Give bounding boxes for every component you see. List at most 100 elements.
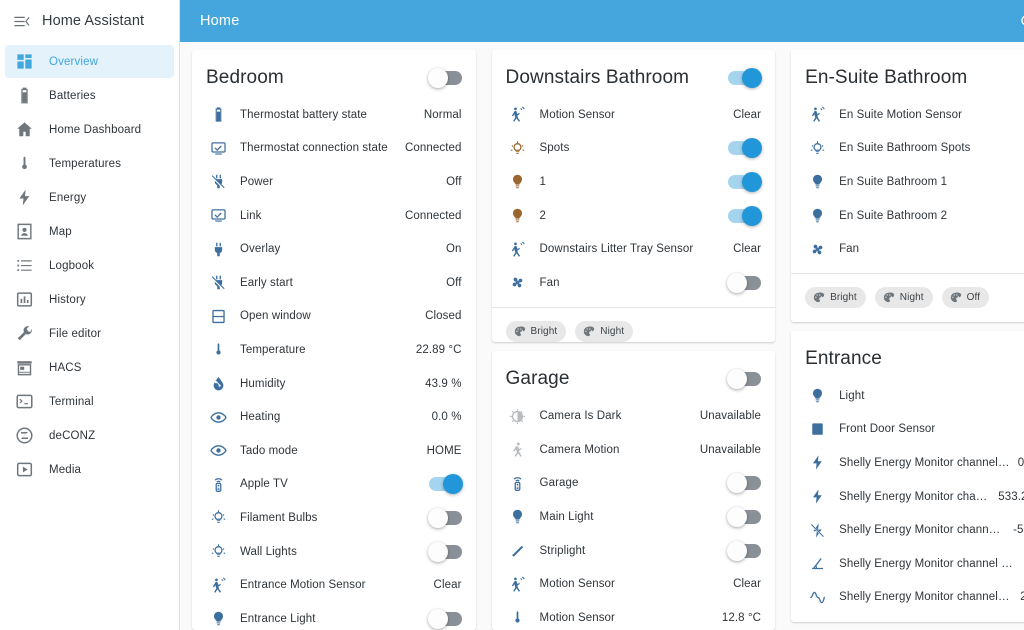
entity-toggle[interactable]	[728, 205, 763, 226]
card-title: Entrance	[805, 347, 882, 369]
scene-chip-row: Bright Night	[491, 306, 776, 343]
entity-row[interactable]: Tado mode HOME	[192, 434, 476, 468]
sidebar-item-logbook[interactable]: Logbook	[5, 249, 174, 282]
entity-row[interactable]: Main Light	[492, 500, 776, 534]
entity-row[interactable]: Front Door SensorClosed	[791, 413, 1024, 447]
card-header-toggle[interactable]	[727, 369, 762, 390]
entity-toggle[interactable]	[727, 540, 762, 561]
entity-row[interactable]: Garage	[492, 467, 776, 501]
entity-row[interactable]: 1	[492, 165, 776, 199]
sidebar-item-hacs[interactable]: HACS	[5, 351, 174, 384]
entity-toggle[interactable]	[428, 474, 463, 495]
entity-row[interactable]: Shelly Energy Monitor channel 2 E… 533.29…	[791, 480, 1024, 514]
entity-name: Apple TV	[240, 478, 288, 491]
entity-row[interactable]: Power Off	[192, 165, 476, 199]
palette-icon	[882, 291, 895, 304]
entity-row[interactable]: Heating 0.0 %	[192, 400, 476, 434]
entity-row[interactable]: Shelly Energy Monitor channel 2 Power…49…	[791, 547, 1024, 581]
entity-row[interactable]: Wall Lights	[192, 535, 476, 569]
entity-toggle[interactable]	[427, 541, 462, 562]
battery-icon	[206, 106, 230, 123]
entity-row[interactable]: Fan	[791, 232, 1024, 266]
card-title: En-Suite Bathroom	[805, 67, 968, 88]
entity-row[interactable]: Fan	[492, 266, 776, 300]
entity-row[interactable]: Open window Closed	[192, 300, 476, 334]
scene-chip[interactable]: Night	[575, 320, 634, 342]
entity-row[interactable]: Thermostat connection state Connected	[192, 132, 476, 166]
entity-row[interactable]: Motion Sensor 12.8 °C	[492, 601, 776, 630]
entity-name: Shelly Energy Monitor channel 2 E…	[839, 490, 990, 503]
entity-row[interactable]: Filament Bulbs	[192, 501, 476, 535]
entity-row[interactable]: Motion Sensor Clear	[492, 567, 776, 601]
entity-toggle[interactable]	[427, 608, 462, 629]
entity-name: Front Door Sensor	[839, 423, 936, 436]
entity-row[interactable]: Humidity 43.9 %	[192, 367, 476, 401]
entity-name: Link	[240, 209, 262, 222]
entity-toggle[interactable]	[727, 473, 762, 494]
entity-value: Clear	[433, 579, 462, 592]
entity-toggle[interactable]	[728, 138, 763, 159]
ceiling-light-icon	[206, 543, 230, 560]
entity-row[interactable]: Early start Off	[192, 266, 476, 300]
entity-row[interactable]: Temperature 22.89 °C	[192, 333, 476, 367]
entity-value: Closed	[425, 310, 462, 323]
entity-name: Fan	[539, 276, 560, 289]
scene-chip[interactable]: Bright	[805, 286, 866, 308]
entity-row[interactable]: Overlay On	[192, 232, 476, 266]
entity-row[interactable]: Shelly Energy Monitor channel 2 Ener… 0.0…	[791, 446, 1024, 480]
walk-icon	[506, 441, 530, 458]
entity-row[interactable]: Motion Sensor Clear	[492, 98, 776, 132]
entity-row[interactable]: Entrance Light	[192, 602, 476, 630]
entity-row[interactable]: Striplight	[492, 534, 776, 568]
ceiling-light-icon	[206, 509, 230, 526]
menu-collapse-icon[interactable]	[10, 10, 32, 32]
card-title: Downstairs Bathroom	[505, 67, 690, 88]
sidebar-item-batteries[interactable]: Batteries	[5, 79, 174, 112]
scene-chip-row: Bright Night Off	[791, 272, 1024, 314]
entity-name: Motion Sensor	[539, 611, 615, 624]
search-icon[interactable]	[1013, 6, 1024, 36]
entity-row[interactable]: Camera Motion Unavailable	[492, 433, 776, 467]
entity-toggle[interactable]	[427, 507, 462, 528]
entity-toggle[interactable]	[728, 171, 763, 192]
sidebar-item-deconz[interactable]: deCONZ	[5, 419, 174, 452]
entity-row[interactable]: Shelly Energy Monitor channel 2 Volta… 24…	[791, 581, 1024, 615]
entity-row[interactable]: En Suite Bathroom 2	[791, 199, 1024, 233]
entity-name: Entrance Light	[240, 612, 316, 625]
sidebar-item-overview[interactable]: Overview	[5, 45, 174, 78]
sidebar-item-media[interactable]: Media	[5, 453, 174, 486]
entity-row[interactable]: En Suite Bathroom 1	[791, 165, 1024, 199]
lightbulb-icon	[506, 508, 530, 525]
entity-row[interactable]: Camera Is Dark Unavailable	[492, 399, 776, 433]
entity-row[interactable]: Shelly Energy Monitor channel 2 Po… -500.…	[791, 513, 1024, 547]
sidebar-item-terminal[interactable]: Terminal	[5, 385, 174, 418]
sidebar-item-map[interactable]: Map	[5, 215, 174, 248]
sidebar-item-file-editor[interactable]: File editor	[5, 317, 174, 350]
monitor-check-icon	[206, 140, 230, 157]
entity-row[interactable]: Spots	[492, 132, 776, 166]
entity-row[interactable]: Downstairs Litter Tray Sensor Clear	[492, 232, 776, 266]
entity-row[interactable]: 2	[492, 199, 776, 233]
entity-row[interactable]: Entrance Motion Sensor Clear	[192, 568, 476, 602]
sidebar-item-history[interactable]: History	[5, 283, 174, 316]
entity-row[interactable]: Thermostat battery state Normal	[192, 98, 476, 132]
entity-toggle[interactable]	[727, 272, 762, 293]
entity-toggle[interactable]	[727, 506, 762, 527]
entity-row[interactable]: En Suite Motion SensorClear	[791, 98, 1024, 132]
entity-name: Heating	[240, 411, 281, 424]
entity-name: Overlay	[240, 243, 281, 256]
card-header-toggle[interactable]	[427, 68, 462, 88]
entity-row[interactable]: Light	[791, 379, 1024, 413]
led-strip-icon	[506, 542, 530, 559]
scene-chip[interactable]: Night	[874, 286, 933, 308]
card-header-toggle[interactable]	[728, 68, 763, 88]
sidebar-item-temperatures[interactable]: Temperatures	[5, 147, 174, 180]
scene-chip[interactable]: Bright	[505, 320, 567, 342]
entity-row[interactable]: Apple TV	[192, 468, 476, 502]
sidebar-item-home-dashboard[interactable]: Home Dashboard	[5, 113, 174, 146]
scene-chip[interactable]: Off	[941, 286, 990, 308]
sidebar-item-energy[interactable]: Energy	[5, 181, 174, 214]
entity-row[interactable]: Link Connected	[192, 199, 476, 233]
power-plug-icon	[206, 241, 230, 258]
entity-row[interactable]: En Suite Bathroom Spots	[791, 132, 1024, 166]
